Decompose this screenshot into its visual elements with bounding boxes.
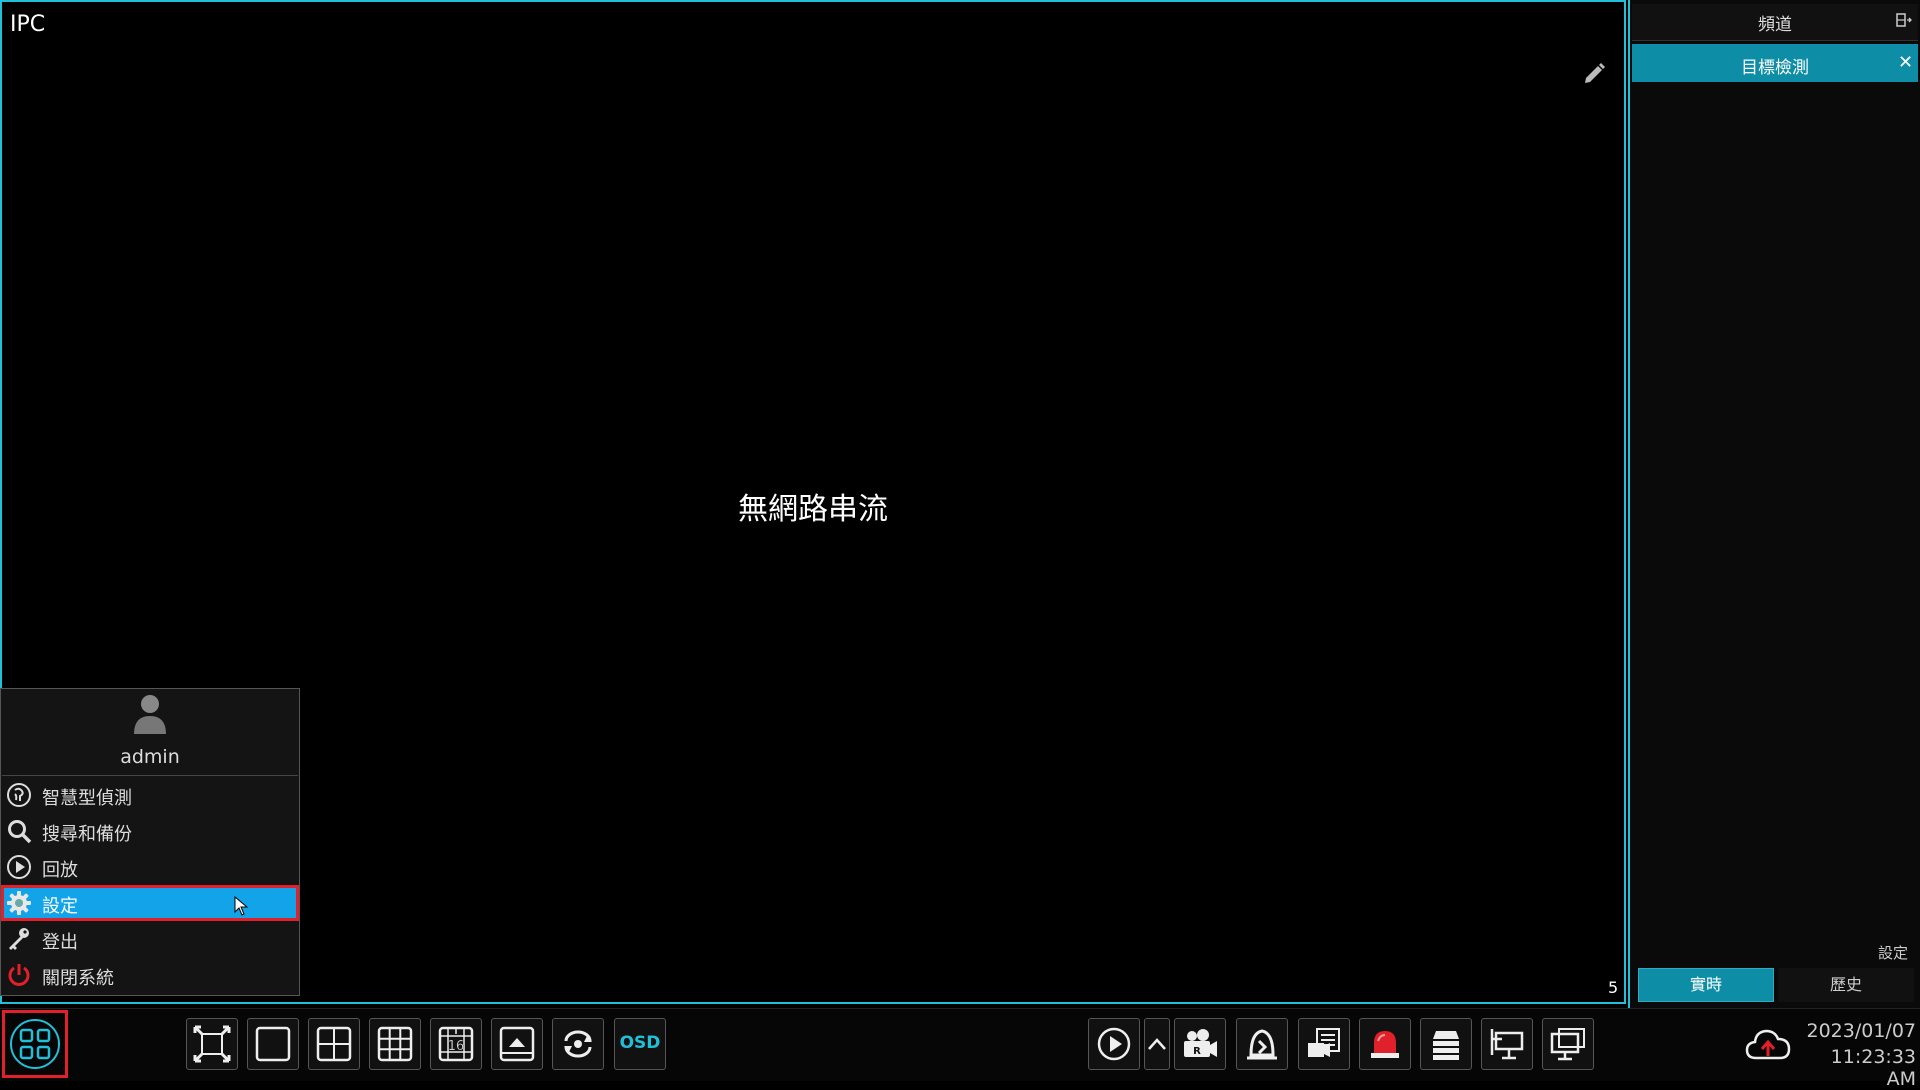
panel-settings-link[interactable]: 設定 (1878, 942, 1908, 963)
mouse-cursor-icon (234, 896, 249, 916)
menu-item-search-backup[interactable]: 搜尋和備份 (2, 814, 298, 848)
svg-text:R: R (1193, 1046, 1201, 1057)
panel-title: 頻道 (1758, 15, 1792, 35)
live-button[interactable]: 實時 (1638, 968, 1774, 1002)
network-icon (1490, 1029, 1524, 1060)
system-date: 2023/01/07 (1806, 1020, 1916, 1042)
user-name: admin (120, 746, 180, 768)
sequence-icon (499, 1026, 535, 1062)
alarm-light-button[interactable] (1359, 1018, 1411, 1070)
chevron-up-icon (1148, 1038, 1166, 1050)
menu-item-shutdown[interactable]: 關閉系統 (2, 958, 298, 992)
search-icon (8, 820, 32, 844)
menu-divider (2, 775, 298, 776)
monitor-button[interactable] (1542, 1018, 1594, 1070)
system-time: 11:23:33 AM (1830, 1046, 1916, 1090)
menu-item-label: 搜尋和備份 (42, 824, 132, 845)
menu-item-settings[interactable]: 設定 (1, 885, 299, 921)
key-icon (9, 928, 29, 950)
menu-item-logout[interactable]: 登出 (2, 922, 298, 956)
osd-label: OSD (619, 1033, 661, 1053)
disk-button[interactable] (1420, 1018, 1472, 1070)
sequence-button[interactable] (491, 1018, 543, 1070)
alarm-light-icon (1371, 1031, 1399, 1058)
expand-up-button[interactable] (1144, 1018, 1170, 1070)
cloud-upload-icon[interactable] (1744, 1024, 1792, 1064)
gear-icon (7, 891, 31, 915)
right-panel (1628, 0, 1920, 1008)
playback-icon (7, 855, 31, 879)
layout-1-button[interactable] (247, 1018, 299, 1070)
manual-alarm-button[interactable] (1236, 1018, 1288, 1070)
layout-4-icon (316, 1026, 352, 1062)
layout-16-icon: 16 (438, 1026, 474, 1062)
power-icon (8, 964, 30, 986)
record-button[interactable]: R (1174, 1018, 1226, 1070)
user-avatar-icon (134, 695, 166, 734)
menu-item-smart-detection[interactable]: 智慧型偵測 (2, 778, 298, 812)
menu-item-label: 關閉系統 (42, 968, 114, 989)
rotate-view-button[interactable] (552, 1018, 604, 1070)
playback-button[interactable] (1088, 1018, 1140, 1070)
svg-text:16: 16 (448, 1039, 465, 1054)
collapse-panel-icon[interactable] (1896, 12, 1912, 28)
ptz-snapshot-icon (1308, 1028, 1340, 1057)
menu-item-label: 設定 (42, 896, 78, 917)
start-grid-icon (10, 1019, 60, 1069)
menu-item-label: 智慧型偵測 (42, 788, 132, 809)
network-button[interactable] (1481, 1018, 1533, 1070)
playback-icon (1097, 1027, 1131, 1061)
fullscreen-button[interactable] (186, 1018, 238, 1070)
fullscreen-icon (193, 1025, 231, 1063)
start-menu-button[interactable] (2, 1010, 68, 1078)
snapshot-button[interactable] (1298, 1018, 1350, 1070)
menu-item-label: 回放 (42, 860, 78, 881)
menu-item-playback[interactable]: 回放 (2, 850, 298, 884)
layout-16-button[interactable]: 16 (430, 1018, 482, 1070)
record-icon: R (1184, 1029, 1217, 1057)
channel-number: 5 (1608, 978, 1619, 997)
menu-item-label: 登出 (42, 932, 78, 953)
edit-icon[interactable] (1580, 58, 1608, 86)
rotate-view-icon (564, 1030, 592, 1058)
close-tab-icon[interactable]: ✕ (1898, 52, 1913, 73)
layout-9-button[interactable] (369, 1018, 421, 1070)
smart-detection-icon (7, 783, 31, 807)
tab-target-detection-label: 目標檢測 (1741, 58, 1809, 78)
channel-name: IPC (10, 12, 46, 37)
layout-1-icon (255, 1026, 291, 1062)
monitor-icon (1550, 1028, 1585, 1061)
manual-alarm-icon (1247, 1029, 1277, 1060)
layout-9-icon (377, 1026, 413, 1062)
disk-icon (1433, 1031, 1459, 1060)
layout-4-button[interactable] (308, 1018, 360, 1070)
history-button[interactable]: 歷史 (1778, 968, 1914, 1002)
no-stream-message: 無網路串流 (738, 492, 888, 527)
